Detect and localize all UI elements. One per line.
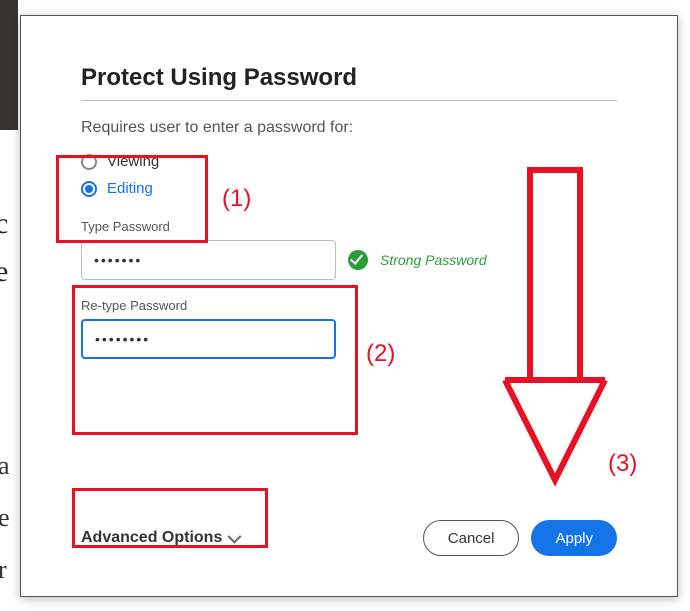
radio-label: Viewing — [107, 153, 159, 170]
apply-button[interactable]: Apply — [531, 520, 617, 556]
background-strip — [0, 0, 18, 130]
radio-label: Editing — [107, 180, 153, 197]
radio-viewing[interactable]: Viewing — [81, 153, 617, 170]
retype-password-label: Re-type Password — [81, 298, 617, 313]
dialog-title: Protect Using Password — [81, 64, 617, 92]
password-mode-radio-group: Viewing Editing — [81, 153, 617, 197]
advanced-options-label: Advanced Options — [81, 529, 222, 547]
divider — [81, 100, 617, 101]
retype-password-input[interactable] — [81, 319, 336, 359]
background-text-fragment: aer — [0, 440, 10, 596]
type-password-input[interactable] — [81, 240, 336, 280]
background-text-fragment: ce — [0, 200, 8, 296]
advanced-options-toggle[interactable]: Advanced Options — [81, 529, 238, 547]
dialog-subtitle: Requires user to enter a password for: — [81, 119, 617, 137]
radio-icon — [81, 154, 97, 170]
type-password-label: Type Password — [81, 219, 617, 234]
password-strength-label: Strong Password — [380, 252, 487, 268]
chevron-down-icon — [228, 530, 242, 544]
cancel-button[interactable]: Cancel — [423, 520, 520, 556]
checkmark-icon — [348, 250, 368, 270]
password-dialog: Protect Using Password Requires user to … — [20, 15, 678, 597]
radio-editing[interactable]: Editing — [81, 180, 617, 197]
radio-icon — [81, 181, 97, 197]
